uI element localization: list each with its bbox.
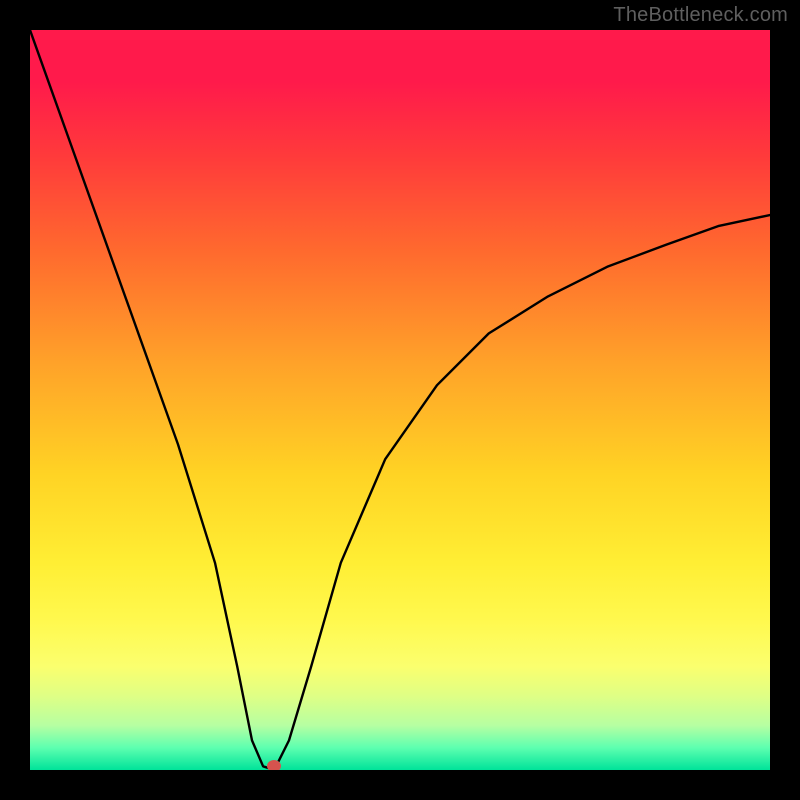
chart-frame: TheBottleneck.com xyxy=(0,0,800,800)
watermark-text: TheBottleneck.com xyxy=(613,4,788,27)
data-marker xyxy=(267,760,281,770)
plot-area xyxy=(30,30,770,770)
curve-path xyxy=(30,30,770,770)
chart-curve xyxy=(30,30,770,770)
